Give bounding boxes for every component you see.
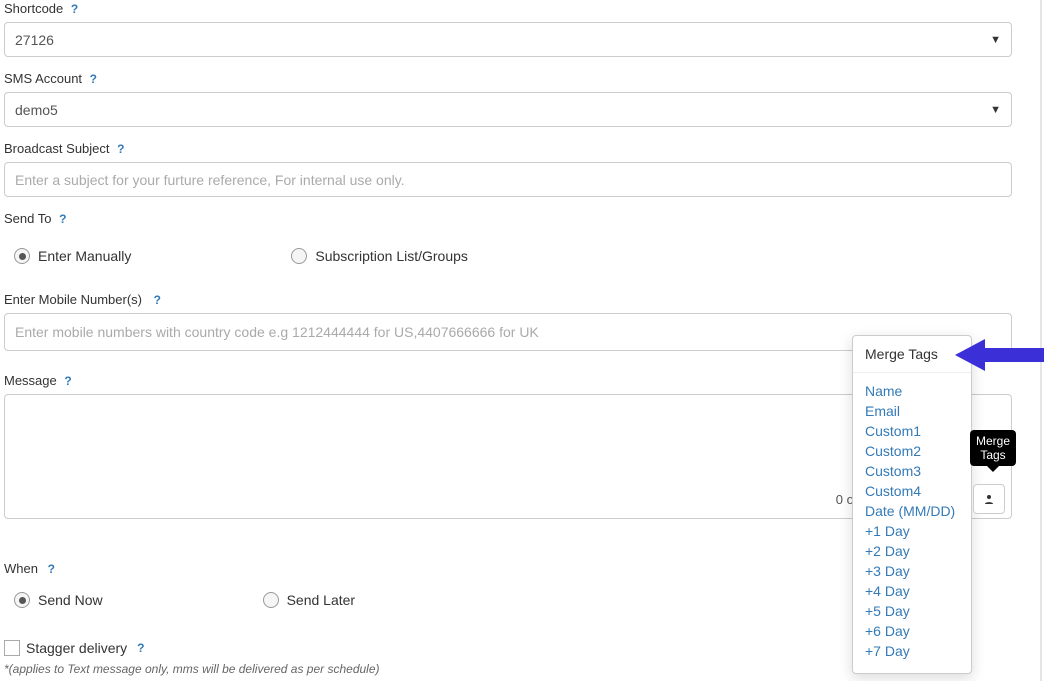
radio-icon bbox=[14, 592, 30, 608]
merge-tag-item[interactable]: Date (MM/DD) bbox=[865, 501, 959, 521]
tooltip-line1: Merge bbox=[976, 434, 1010, 448]
merge-tags-tooltip: Merge Tags bbox=[970, 430, 1016, 466]
radio-icon bbox=[263, 592, 279, 608]
help-icon[interactable]: ? bbox=[137, 641, 144, 655]
pointer-arrow-icon bbox=[955, 335, 1044, 378]
when-send-later-label: Send Later bbox=[287, 592, 356, 608]
when-send-later-radio[interactable]: Send Later bbox=[263, 592, 356, 608]
help-icon[interactable]: ? bbox=[48, 562, 55, 576]
when-send-now-label: Send Now bbox=[38, 592, 103, 608]
sms-account-value: demo5 bbox=[15, 102, 58, 118]
help-icon[interactable]: ? bbox=[59, 212, 66, 226]
merge-tag-item[interactable]: +2 Day bbox=[865, 541, 959, 561]
merge-tag-item[interactable]: Custom2 bbox=[865, 441, 959, 461]
radio-icon bbox=[291, 248, 307, 264]
stagger-checkbox[interactable] bbox=[4, 640, 20, 656]
merge-tag-item[interactable]: +7 Day bbox=[865, 641, 959, 661]
user-icon bbox=[983, 493, 995, 505]
help-icon[interactable]: ? bbox=[154, 293, 161, 307]
help-icon[interactable]: ? bbox=[71, 2, 78, 16]
merge-tags-dropdown: Merge Tags NameEmailCustom1Custom2Custom… bbox=[852, 335, 972, 674]
help-icon[interactable]: ? bbox=[117, 142, 124, 156]
merge-tag-item[interactable]: Email bbox=[865, 401, 959, 421]
help-icon[interactable]: ? bbox=[64, 374, 71, 388]
merge-tag-item[interactable]: Custom3 bbox=[865, 461, 959, 481]
shortcode-label: Shortcode bbox=[4, 1, 63, 16]
merge-tag-item[interactable]: +6 Day bbox=[865, 621, 959, 641]
shortcode-select[interactable]: 27126 ▼ bbox=[4, 22, 1012, 57]
chevron-down-icon: ▼ bbox=[990, 34, 1001, 46]
when-label: When bbox=[4, 561, 38, 576]
message-label: Message bbox=[4, 373, 57, 388]
broadcast-subject-input[interactable] bbox=[4, 162, 1012, 197]
send-to-manual-label: Enter Manually bbox=[38, 248, 131, 264]
merge-tag-item[interactable]: +3 Day bbox=[865, 561, 959, 581]
when-send-now-radio[interactable]: Send Now bbox=[14, 592, 103, 608]
merge-tag-item[interactable]: +1 Day bbox=[865, 521, 959, 541]
help-icon[interactable]: ? bbox=[90, 72, 97, 86]
merge-tag-item[interactable]: Custom4 bbox=[865, 481, 959, 501]
broadcast-subject-label: Broadcast Subject bbox=[4, 141, 110, 156]
merge-tag-item[interactable]: +5 Day bbox=[865, 601, 959, 621]
send-to-list-radio[interactable]: Subscription List/Groups bbox=[291, 248, 468, 264]
merge-tags-button[interactable] bbox=[973, 484, 1005, 514]
merge-tags-header: Merge Tags bbox=[853, 336, 971, 373]
merge-tag-item[interactable]: Custom1 bbox=[865, 421, 959, 441]
merge-tag-item[interactable]: Name bbox=[865, 381, 959, 401]
stagger-label: Stagger delivery bbox=[26, 640, 127, 656]
radio-icon bbox=[14, 248, 30, 264]
sms-account-select[interactable]: demo5 ▼ bbox=[4, 92, 1012, 127]
tooltip-line2: Tags bbox=[980, 448, 1005, 462]
sms-account-label: SMS Account bbox=[4, 71, 82, 86]
send-to-list-label: Subscription List/Groups bbox=[315, 248, 468, 264]
send-to-manual-radio[interactable]: Enter Manually bbox=[14, 248, 131, 264]
send-to-label: Send To bbox=[4, 211, 51, 226]
shortcode-value: 27126 bbox=[15, 32, 54, 48]
chevron-down-icon: ▼ bbox=[990, 104, 1001, 116]
merge-tag-item[interactable]: +4 Day bbox=[865, 581, 959, 601]
mobile-numbers-label: Enter Mobile Number(s) bbox=[4, 292, 142, 307]
